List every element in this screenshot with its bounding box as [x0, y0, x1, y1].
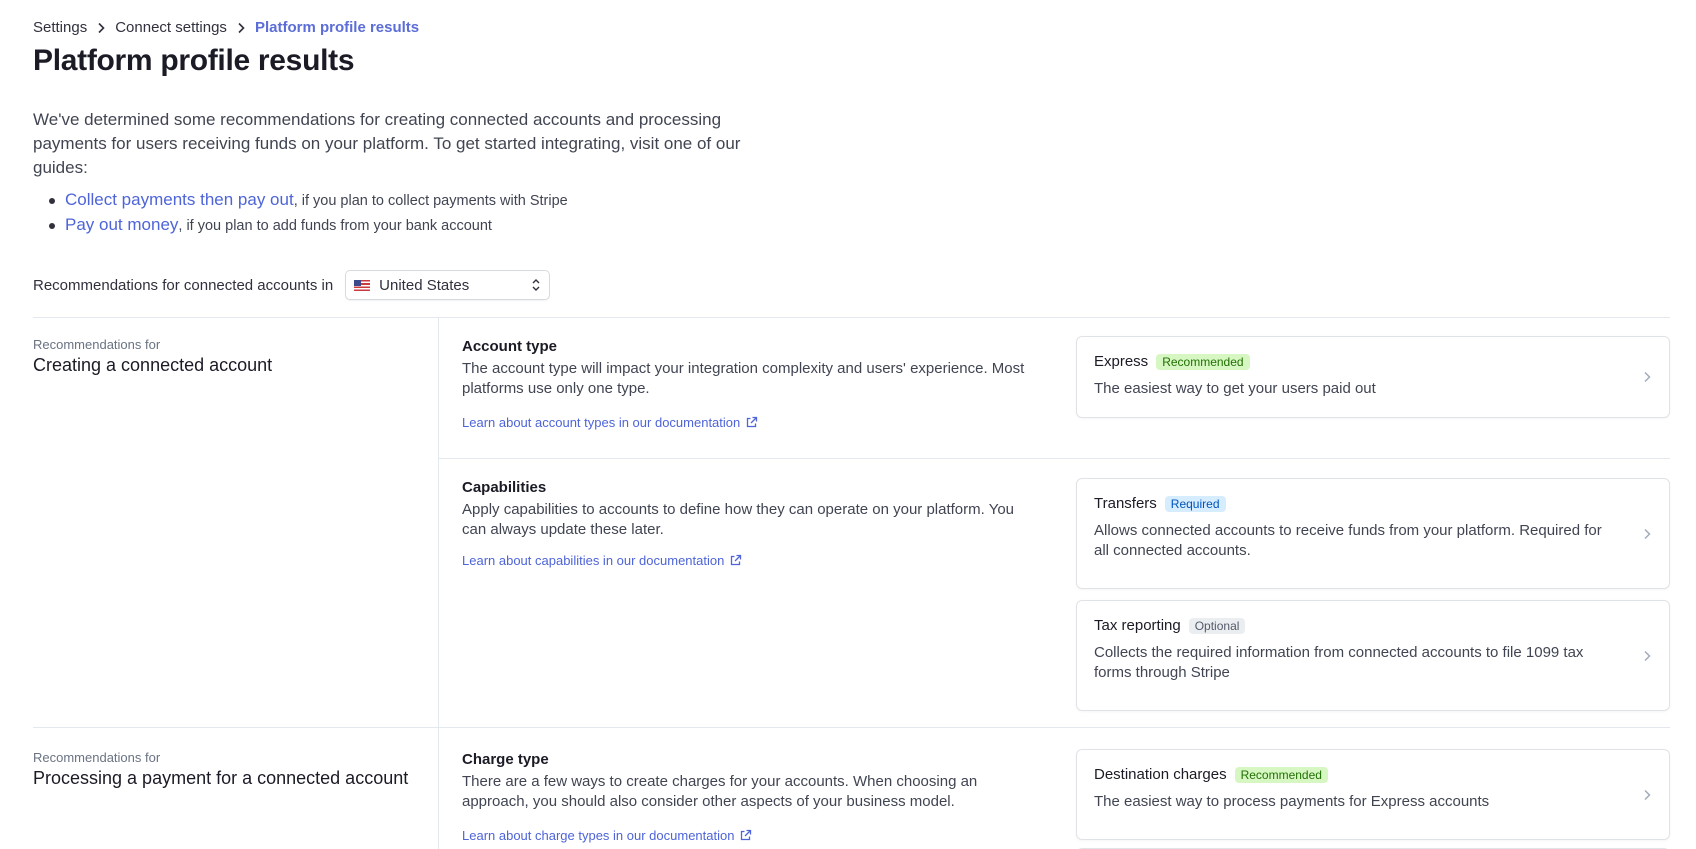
doc-link-label: Learn about account types in our documen… — [462, 415, 741, 430]
account-types-doc-link[interactable]: Learn about account types in our documen… — [462, 415, 758, 430]
chevron-up-down-icon — [532, 279, 540, 291]
country-label: Recommendations for connected accounts i… — [33, 276, 334, 294]
required-badge: Required — [1164, 495, 1226, 512]
section-heading: Creating a connected account — [33, 355, 273, 375]
capabilities-doc-link[interactable]: Learn about capabilities in our document… — [462, 553, 742, 568]
card-title: Express — [1094, 353, 1149, 370]
charge-types-doc-link[interactable]: Learn about charge types in our document… — [462, 828, 752, 843]
charge-type-block: Charge type There are a few ways to crea… — [462, 751, 1042, 845]
card-header: Tax reporting Optional — [1094, 617, 1619, 634]
chevron-right-icon — [1644, 650, 1651, 661]
list-item: Collect payments then pay out, if you pl… — [45, 188, 568, 213]
pay-out-money-guide-link[interactable]: Pay out money — [65, 215, 178, 234]
collect-payments-guide-link[interactable]: Collect payments then pay out — [65, 190, 294, 209]
recommended-badge: Recommended — [1156, 353, 1250, 370]
card-description: Allows connected accounts to receive fun… — [1094, 522, 1602, 559]
doc-link-label: Learn about charge types in our document… — [462, 828, 735, 843]
card-header: Express Recommended — [1094, 353, 1619, 370]
card-header: Transfers Required — [1094, 495, 1619, 512]
block-description: The account type will impact your integr… — [462, 360, 1025, 397]
block-title: Capabilities — [462, 479, 547, 496]
divider — [33, 317, 1670, 318]
divider — [438, 458, 1670, 459]
country-row: Recommendations for connected accounts i… — [33, 270, 551, 300]
breadcrumb-settings[interactable]: Settings — [33, 19, 87, 36]
guide-suffix: , if you plan to add funds from your ban… — [178, 218, 492, 234]
transfers-card[interactable]: Transfers Required Allows connected acco… — [1076, 478, 1670, 589]
block-title: Charge type — [462, 751, 549, 768]
card-description: The easiest way to process payments for … — [1094, 793, 1490, 810]
guides-list: Collect payments then pay out, if you pl… — [45, 188, 568, 238]
card-title: Transfers — [1094, 495, 1157, 512]
card-title: Tax reporting — [1094, 617, 1181, 634]
recommended-badge: Recommended — [1234, 766, 1328, 783]
card-title: Destination charges — [1094, 766, 1227, 783]
block-title: Account type — [462, 338, 558, 355]
us-flag-icon — [354, 279, 371, 291]
chevron-right-icon — [227, 22, 255, 34]
destination-charges-card[interactable]: Destination charges Recommended The easi… — [1076, 749, 1670, 840]
section-kicker: Recommendations for — [33, 750, 161, 765]
divider — [33, 727, 1670, 728]
breadcrumb: Settings Connect settings Platform profi… — [33, 19, 419, 36]
card-description: Collects the required information from c… — [1094, 644, 1584, 681]
card-description: The easiest way to get your users paid o… — [1094, 380, 1376, 397]
country-select-value: United States — [379, 276, 470, 294]
tax-reporting-card[interactable]: Tax reporting Optional Collects the requ… — [1076, 600, 1670, 711]
chevron-right-icon — [1644, 789, 1651, 800]
breadcrumb-current: Platform profile results — [254, 19, 420, 36]
capabilities-block: Capabilities Apply capabilities to accou… — [462, 479, 1042, 570]
chevron-right-icon — [1644, 371, 1651, 383]
account-type-block: Account type The account type will impac… — [462, 338, 1042, 432]
section-heading: Processing a payment for a connected acc… — [33, 768, 409, 788]
section-creating-account: Recommendations for Creating a connected… — [33, 337, 272, 376]
card-header: Destination charges Recommended — [1094, 766, 1619, 783]
chevron-right-icon — [1644, 528, 1651, 539]
country-select[interactable]: United States — [345, 270, 551, 300]
platform-profile-results-page: Settings Connect settings Platform profi… — [0, 0, 1696, 849]
intro-text: We've determined some recommendations fo… — [33, 110, 741, 177]
external-link-icon — [741, 829, 752, 841]
section-processing-payment: Recommendations for Processing a payment… — [33, 750, 408, 789]
divider — [438, 317, 439, 849]
block-description: There are a few ways to create charges f… — [462, 773, 978, 810]
optional-badge: Optional — [1188, 617, 1246, 634]
guide-suffix: , if you plan to collect payments with S… — [293, 193, 568, 209]
external-link-icon — [747, 416, 758, 428]
chevron-right-icon — [87, 22, 115, 34]
breadcrumb-connect-settings[interactable]: Connect settings — [115, 19, 227, 36]
section-kicker: Recommendations for — [33, 337, 161, 352]
doc-link-label: Learn about capabilities in our document… — [462, 553, 725, 568]
page-title: Platform profile results — [33, 44, 355, 77]
list-item: Pay out money, if you plan to add funds … — [45, 213, 568, 238]
block-description: Apply capabilities to accounts to define… — [462, 501, 1015, 538]
external-link-icon — [731, 554, 742, 566]
express-card[interactable]: Express Recommended The easiest way to g… — [1076, 336, 1670, 418]
